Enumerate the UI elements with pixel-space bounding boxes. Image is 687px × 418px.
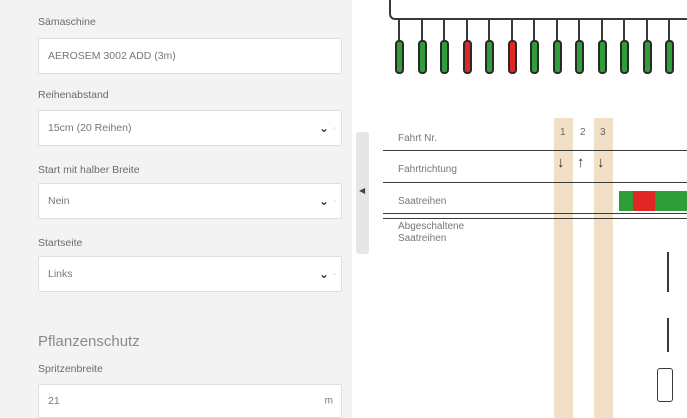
seed-machine-label: Sämaschine [38,16,96,28]
collapse-panel-button[interactable]: ◀ [356,132,369,254]
row-divider [383,150,687,151]
chevron-down-icon: ⌄ [318,194,329,208]
coulter-active [485,40,494,74]
row-divider [383,218,687,219]
coulter-active [597,40,607,74]
track-line [667,318,669,352]
pass-number: 1 [560,127,566,138]
coulter-active [530,40,539,74]
frame-connector [533,18,535,28]
pass-number: 2 [580,127,586,138]
frame-connector [510,18,513,28]
arrow-down-icon: ↓ [557,154,565,171]
row-spacing-value: 15cm (20 Reihen) [48,122,132,134]
start-side-value: Links [48,268,73,280]
sprayer-width-value: 21 [48,395,60,407]
select-edge-mark: · [333,269,336,279]
half-width-start-label: Start mit halber Breite [38,164,140,176]
coulter-active [395,40,404,74]
coulter-active [417,40,427,74]
row-spacing-label: Reihenabstand [38,89,109,101]
coulter-active [440,40,449,74]
frame-connector [555,18,558,28]
disabled-rows-row-label: Abgeschaltene Saatreihen [398,221,465,244]
chevron-down-icon: ⌄ [318,267,329,281]
start-side-label: Startseite [38,237,83,249]
coulter-active [575,40,584,74]
frame-connector [465,18,468,28]
seed-drill-frame [389,0,687,20]
tractor-icon [657,368,673,402]
frame-connector [668,18,670,28]
half-width-start-value: Nein [48,195,70,207]
pass-number-row-label: Fahrt Nr. [398,133,437,144]
direction-row-label: Fahrtrichtung [398,164,457,175]
row-spacing-select[interactable]: 15cm (20 Reihen) ⌄ · [38,110,342,146]
row-divider [383,213,687,214]
frame-connector [398,18,400,28]
frame-connector [578,18,580,28]
coulter-disabled [507,40,517,74]
arrow-up-icon: ↑ [577,154,585,171]
select-edge-mark: · [333,196,336,206]
caret-left-icon: ◀ [359,186,366,195]
coulter-active [665,40,674,74]
coulter-active [642,40,652,74]
start-side-select[interactable]: Links ⌄ · [38,256,342,292]
row-divider [383,182,687,183]
frame-connector [488,18,490,28]
settings-panel: Sämaschine AEROSEM 3002 ADD (3m) Reihena… [0,0,352,418]
sprayer-width-unit: m [324,395,333,407]
seed-row-disabled [633,191,655,211]
frame-connector [443,18,445,28]
seed-row-active [619,191,633,211]
seed-machine-field[interactable]: AEROSEM 3002 ADD (3m) [38,38,342,74]
frame-connector [600,18,603,28]
sprayer-width-input[interactable]: 21 m [38,384,342,418]
select-edge-mark: · [333,123,336,133]
seeding-plan-view: 1 2 3 ↓ ↑ ↓ Fahrt Nr. Fahrtrichtung Saat… [371,0,687,418]
arrow-down-icon: ↓ [597,154,605,171]
plant-protection-heading: Pflanzenschutz [38,333,140,350]
coulter-active [620,40,629,74]
seed-rows-row-label: Saatreihen [398,196,447,207]
frame-connector [645,18,648,28]
coulter-disabled [462,40,472,74]
frame-connector [420,18,423,28]
sprayer-width-label: Spritzenbreite [38,363,103,375]
chevron-down-icon: ⌄ [318,121,329,135]
frame-connector [623,18,625,28]
pass-number: 3 [600,127,606,138]
track-line [667,252,669,292]
seed-machine-value: AEROSEM 3002 ADD (3m) [48,50,176,62]
half-width-start-select[interactable]: Nein ⌄ · [38,183,342,219]
seed-row-active [655,191,687,211]
coulter-active [552,40,562,74]
